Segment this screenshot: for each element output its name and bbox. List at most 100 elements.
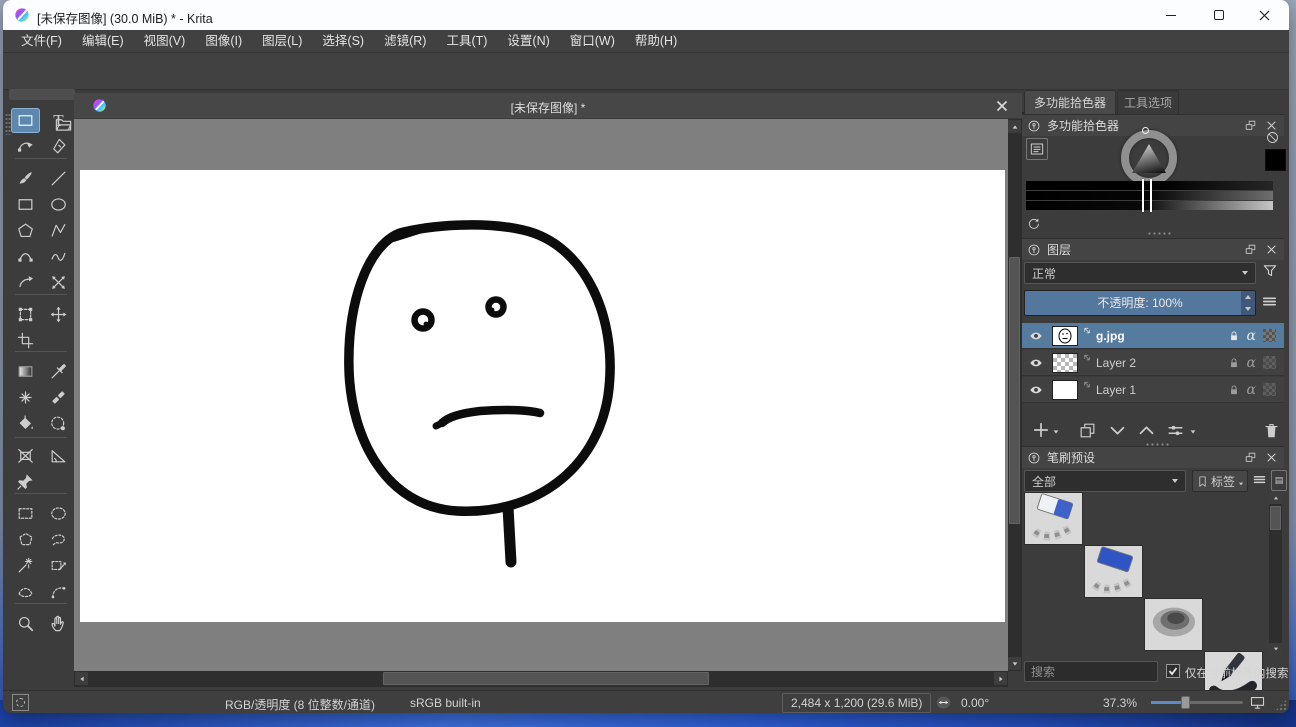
layer-thumbnail[interactable] bbox=[1052, 380, 1078, 400]
tool-reference-images[interactable] bbox=[11, 469, 40, 494]
opacity-spinner[interactable] bbox=[1241, 291, 1255, 315]
status-dimensions[interactable]: 2,484 x 1,200 (29.6 MiB) bbox=[782, 693, 931, 713]
layer-properties-dropdown-arrow[interactable] bbox=[1191, 430, 1196, 433]
tool-select-polygon[interactable] bbox=[11, 527, 40, 552]
document-tab-bar[interactable]: [未保存图像] * bbox=[74, 93, 1022, 119]
layer-opacity-slider[interactable]: 不透明度: 100% bbox=[1024, 290, 1256, 316]
menu-文件[interactable]: 文件(F) bbox=[11, 30, 72, 53]
layer-blend-mode-select[interactable]: 正常 bbox=[1024, 262, 1256, 284]
zoom-slider-handle[interactable] bbox=[1181, 696, 1190, 709]
scroll-right-arrow[interactable] bbox=[994, 672, 1007, 685]
float-docker-icon[interactable] bbox=[1244, 243, 1257, 256]
layers-docker-header[interactable]: 图层 bbox=[1022, 238, 1284, 260]
scroll-up-arrow[interactable] bbox=[1008, 120, 1021, 133]
tool-polygon[interactable] bbox=[11, 218, 40, 243]
color-triangle[interactable] bbox=[1132, 144, 1166, 173]
scroll-down-arrow[interactable] bbox=[1269, 643, 1282, 655]
layer-visibility-icon[interactable] bbox=[1028, 382, 1044, 398]
tool-ellipse[interactable] bbox=[44, 192, 73, 217]
tab-tool-options[interactable]: 工具选项 bbox=[1117, 90, 1179, 114]
selection-mode-icon[interactable] bbox=[12, 694, 29, 711]
tool-bezier-curve[interactable] bbox=[11, 244, 40, 269]
tool-polyline[interactable] bbox=[44, 218, 73, 243]
float-docker-icon[interactable] bbox=[1244, 451, 1257, 464]
minimize-button[interactable] bbox=[1148, 0, 1193, 30]
brush-grid-scrollbar[interactable] bbox=[1269, 492, 1282, 655]
scroll-up-arrow[interactable] bbox=[1269, 492, 1282, 504]
tool-assistants[interactable] bbox=[11, 443, 40, 468]
canvas[interactable] bbox=[80, 170, 1005, 622]
close-document-icon[interactable] bbox=[996, 100, 1008, 112]
tool-select-similar-color[interactable] bbox=[11, 553, 40, 578]
tool-select-rectangle[interactable] bbox=[11, 501, 40, 526]
brush-preset-airbrush-soft[interactable] bbox=[1144, 598, 1203, 651]
tool-gradient[interactable] bbox=[11, 359, 40, 384]
scroll-left-arrow[interactable] bbox=[75, 672, 88, 685]
docker-lock-icon[interactable] bbox=[1027, 119, 1041, 133]
alpha-lock-icon[interactable]: α bbox=[1247, 382, 1256, 398]
eye-icon[interactable] bbox=[1028, 355, 1044, 371]
shade-marker[interactable] bbox=[1142, 179, 1144, 212]
close-button[interactable] bbox=[1242, 0, 1287, 30]
move-layer-up-button[interactable] bbox=[1134, 418, 1158, 442]
tool-measure[interactable] bbox=[44, 443, 73, 468]
shade-marker[interactable] bbox=[1150, 179, 1152, 212]
alpha-inherit-icon[interactable] bbox=[1263, 329, 1276, 342]
horizontal-scrollbar[interactable] bbox=[74, 671, 1008, 687]
menu-窗口[interactable]: 窗口(W) bbox=[560, 30, 625, 53]
float-docker-icon[interactable] bbox=[1244, 119, 1257, 132]
tool-freehand-brush[interactable] bbox=[11, 166, 40, 191]
color-wheel[interactable] bbox=[1121, 130, 1177, 186]
brush-scroll-thumb[interactable] bbox=[1270, 506, 1281, 530]
alpha-inherit-icon[interactable] bbox=[1263, 383, 1276, 396]
maximize-button[interactable] bbox=[1196, 0, 1241, 30]
layer-row-g-jpg[interactable]: g.jpgα bbox=[1022, 323, 1284, 349]
eye-icon[interactable] bbox=[1028, 328, 1044, 344]
tool-line[interactable] bbox=[44, 166, 73, 191]
menu-工具[interactable]: 工具(T) bbox=[436, 30, 497, 53]
tool-fill[interactable] bbox=[11, 411, 40, 436]
vertical-scroll-thumb[interactable] bbox=[1009, 257, 1020, 524]
no-color-button[interactable] bbox=[1265, 130, 1280, 150]
scroll-down-arrow[interactable] bbox=[1008, 657, 1021, 670]
tool-calligraphy[interactable] bbox=[44, 134, 73, 159]
menu-图层[interactable]: 图层(L) bbox=[252, 30, 312, 53]
tool-dynamic-brush[interactable] bbox=[11, 270, 40, 295]
tool-rectangle[interactable] bbox=[11, 192, 40, 217]
tool-crop[interactable] bbox=[11, 328, 40, 353]
menu-选择[interactable]: 选择(S) bbox=[312, 30, 374, 53]
docker-resize-handle[interactable] bbox=[1147, 232, 1173, 235]
tool-enclose-and-fill[interactable] bbox=[44, 411, 73, 436]
tool-transform[interactable] bbox=[11, 302, 40, 327]
layer-visibility-icon[interactable] bbox=[1028, 328, 1044, 344]
close-docker-icon[interactable] bbox=[1265, 451, 1278, 464]
tab-advanced-color-selector[interactable]: 多功能拾色器 bbox=[1024, 90, 1116, 114]
menu-设置[interactable]: 设置(N) bbox=[497, 30, 559, 53]
tool-select-shapes[interactable] bbox=[11, 108, 40, 133]
brush-preset-eraser-soft[interactable] bbox=[1084, 545, 1143, 598]
layer-lock-icon[interactable] bbox=[1227, 329, 1241, 343]
zoom-slider[interactable] bbox=[1151, 701, 1243, 704]
brush-docker-header[interactable]: 笔刷预设 bbox=[1022, 446, 1284, 468]
eye-icon[interactable] bbox=[1028, 382, 1044, 398]
layer-visibility-icon[interactable] bbox=[1028, 355, 1044, 371]
alpha-lock-icon[interactable]: α bbox=[1247, 328, 1256, 344]
color-history-refresh-button[interactable] bbox=[1026, 216, 1041, 236]
layer-thumbnail[interactable] bbox=[1052, 353, 1078, 373]
layer-properties-button[interactable] bbox=[1163, 418, 1187, 442]
horizontal-scroll-thumb[interactable] bbox=[383, 672, 709, 685]
monitor-zoom-icon[interactable] bbox=[1249, 694, 1266, 711]
layer-name[interactable]: Layer 1 bbox=[1096, 383, 1136, 397]
tag-button[interactable]: 标签 bbox=[1192, 470, 1248, 492]
add-layer-button[interactable] bbox=[1029, 418, 1053, 442]
tool-move[interactable] bbox=[44, 302, 73, 327]
tool-freehand-path[interactable] bbox=[44, 244, 73, 269]
resize-grip[interactable] bbox=[1275, 699, 1287, 711]
tool-text[interactable]: T bbox=[44, 108, 73, 133]
menu-帮助[interactable]: 帮助(H) bbox=[625, 30, 687, 53]
tool-select-freehand[interactable] bbox=[44, 527, 73, 552]
docker-lock-icon[interactable] bbox=[1027, 451, 1041, 465]
tool-zoom[interactable] bbox=[11, 611, 40, 636]
window-titlebar[interactable]: [未保存图像] (30.0 MiB) * - Krita bbox=[3, 0, 1289, 30]
tool-smart-patch[interactable] bbox=[44, 385, 73, 410]
